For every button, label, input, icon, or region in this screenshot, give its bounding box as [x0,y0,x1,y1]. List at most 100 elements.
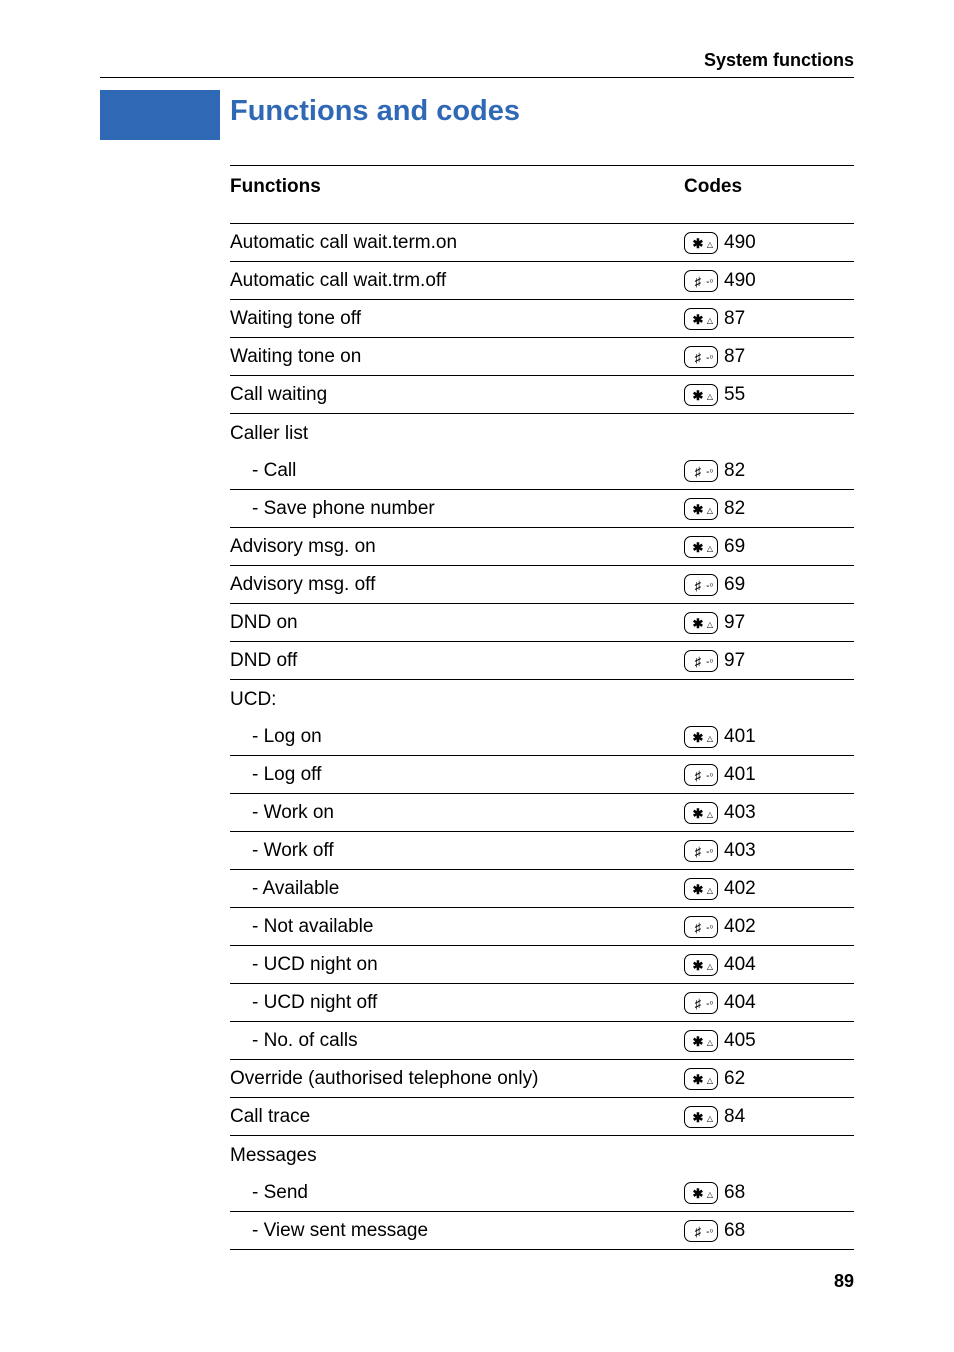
table-row: Call trace✱△ 84 [230,1098,854,1136]
function-label: Advisory msg. off [230,574,684,596]
table-row: - UCD night off♯⁃⁰ 404 [230,984,854,1022]
code-value: 402 [724,916,756,938]
table-row: Caller list [230,414,854,452]
star-key-icon: ✱△ [684,232,718,254]
function-label: - View sent message [230,1220,684,1242]
table-row: - Available✱△ 402 [230,870,854,908]
function-label: Waiting tone off [230,308,684,330]
code-value: 404 [724,954,756,976]
function-label: Caller list [230,423,684,445]
code-value: 84 [724,1106,745,1128]
star-key-icon: ✱△ [684,954,718,976]
col-functions: Functions [230,176,684,198]
table-row: - Call♯⁃⁰ 82 [230,452,854,490]
code-cell: ✱△ 403 [684,802,854,824]
functions-table: Functions Codes Automatic call wait.term… [230,165,854,1250]
table-row: Automatic call wait.trm.off♯⁃⁰ 490 [230,262,854,300]
code-cell: ✱△ 97 [684,612,854,634]
code-value: 404 [724,992,756,1014]
hash-key-icon: ♯⁃⁰ [684,764,718,786]
table-row: - View sent message♯⁃⁰ 68 [230,1212,854,1250]
code-cell: ✱△ 62 [684,1068,854,1090]
function-label: - Available [230,878,684,900]
table-row: Call waiting✱△ 55 [230,376,854,414]
function-label: - Not available [230,916,684,938]
code-cell: ✱△ 401 [684,726,854,748]
code-cell: ♯⁃⁰ 82 [684,460,854,482]
col-codes: Codes [684,176,854,198]
function-label: Waiting tone on [230,346,684,368]
star-key-icon: ✱△ [684,384,718,406]
code-cell: ✱△ 68 [684,1182,854,1204]
function-label: - UCD night off [230,992,684,1014]
code-cell: ✱△ 490 [684,232,854,254]
function-label: - Save phone number [230,498,684,520]
star-key-icon: ✱△ [684,802,718,824]
page-header: System functions [100,50,854,78]
star-key-icon: ✱△ [684,536,718,558]
table-row: Automatic call wait.term.on✱△ 490 [230,224,854,262]
code-value: 405 [724,1030,756,1052]
star-key-icon: ✱△ [684,1106,718,1128]
hash-key-icon: ♯⁃⁰ [684,460,718,482]
function-label: Override (authorised telephone only) [230,1068,684,1090]
function-label: - Call [230,460,684,482]
code-value: 87 [724,346,745,368]
code-cell: ♯⁃⁰ 97 [684,650,854,672]
function-label: - No. of calls [230,1030,684,1052]
table-row: - Log off♯⁃⁰ 401 [230,756,854,794]
code-cell: ✱△ 82 [684,498,854,520]
code-value: 403 [724,840,756,862]
code-value: 62 [724,1068,745,1090]
table-row: Waiting tone off✱△ 87 [230,300,854,338]
star-key-icon: ✱△ [684,878,718,900]
hash-key-icon: ♯⁃⁰ [684,916,718,938]
function-label: - UCD night on [230,954,684,976]
code-value: 402 [724,878,756,900]
function-label: DND on [230,612,684,634]
function-label: Advisory msg. on [230,536,684,558]
code-value: 69 [724,536,745,558]
code-cell: ✱△ 402 [684,878,854,900]
code-cell: ✱△ 404 [684,954,854,976]
code-value: 490 [724,270,756,292]
code-value: 68 [724,1220,745,1242]
table-row: - Not available♯⁃⁰ 402 [230,908,854,946]
function-label: Messages [230,1145,684,1167]
table-row: - Work on✱△ 403 [230,794,854,832]
table-row: DND on✱△ 97 [230,604,854,642]
function-label: Call trace [230,1106,684,1128]
star-key-icon: ✱△ [684,308,718,330]
code-value: 403 [724,802,756,824]
code-value: 490 [724,232,756,254]
hash-key-icon: ♯⁃⁰ [684,1220,718,1242]
function-label: - Work on [230,802,684,824]
hash-key-icon: ♯⁃⁰ [684,346,718,368]
code-cell: ♯⁃⁰ 404 [684,992,854,1014]
table-row: Override (authorised telephone only)✱△ 6… [230,1060,854,1098]
function-label: DND off [230,650,684,672]
star-key-icon: ✱△ [684,1182,718,1204]
hash-key-icon: ♯⁃⁰ [684,840,718,862]
code-value: 68 [724,1182,745,1204]
table-row: Waiting tone on♯⁃⁰ 87 [230,338,854,376]
code-value: 82 [724,498,745,520]
function-label: UCD: [230,689,684,711]
code-value: 87 [724,308,745,330]
page-number: 89 [834,1271,854,1292]
star-key-icon: ✱△ [684,498,718,520]
table-row: - Work off♯⁃⁰ 403 [230,832,854,870]
code-value: 55 [724,384,745,406]
table-row: Messages [230,1136,854,1174]
table-row: - UCD night on✱△ 404 [230,946,854,984]
code-value: 82 [724,460,745,482]
code-cell: ♯⁃⁰ 490 [684,270,854,292]
code-cell: ✱△ 87 [684,308,854,330]
code-value: 97 [724,612,745,634]
star-key-icon: ✱△ [684,726,718,748]
code-cell: ✱△ 84 [684,1106,854,1128]
code-cell: ♯⁃⁰ 402 [684,916,854,938]
table-row: Advisory msg. off♯⁃⁰ 69 [230,566,854,604]
code-value: 401 [724,726,756,748]
code-cell: ✱△ 405 [684,1030,854,1052]
